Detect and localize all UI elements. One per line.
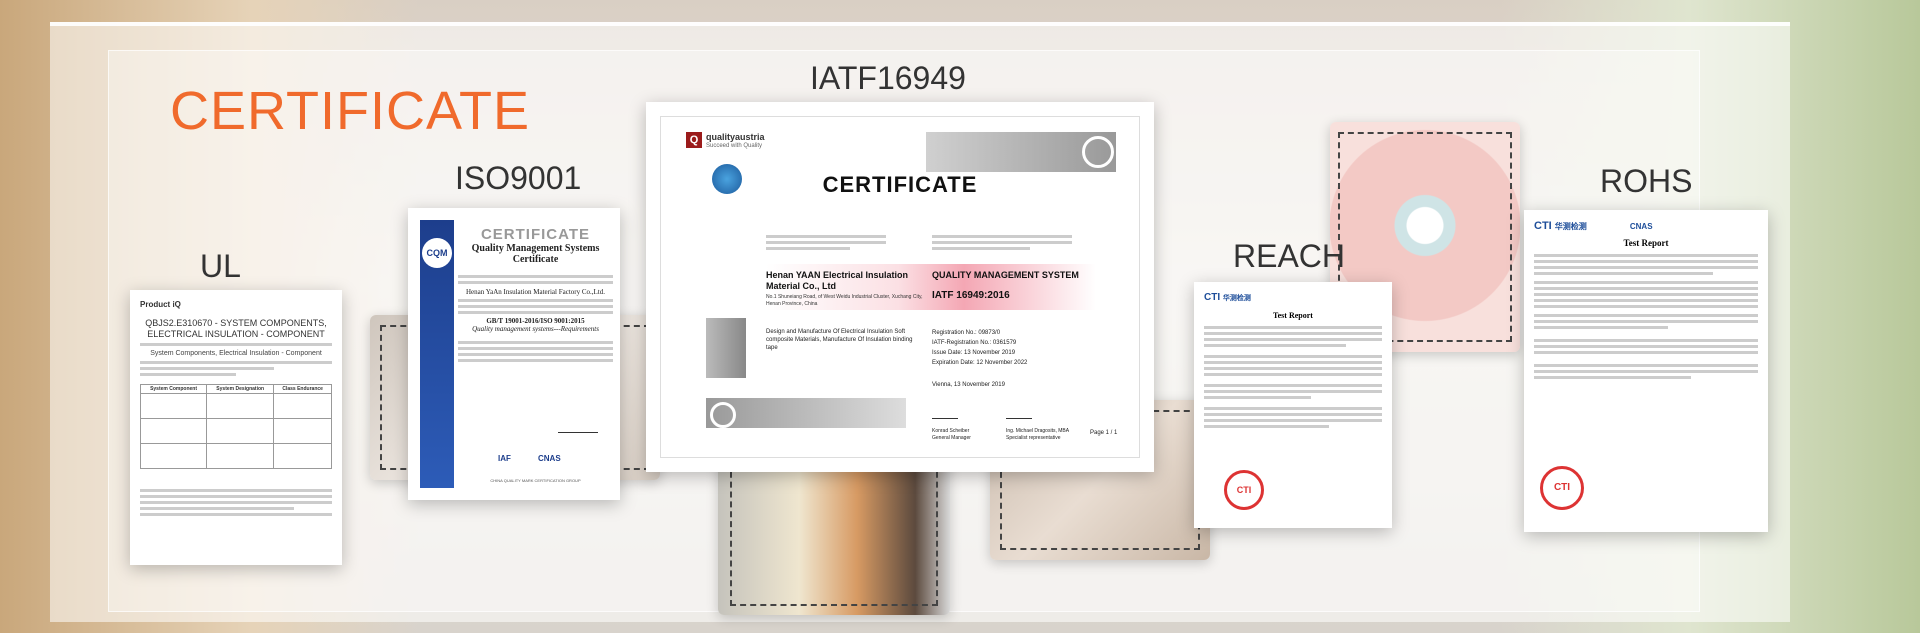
label-iso9001: ISO9001	[455, 160, 582, 196]
iatf-tagline: Succeed with Quality	[706, 143, 763, 149]
iatf-issue-date: Issue Date: 13 November 2019	[932, 350, 1016, 356]
iso-requirement: Quality management systems---Requirement…	[472, 325, 599, 333]
ul-certificate: Product iQ QBJS2.E310670 - SYSTEM COMPON…	[130, 290, 342, 565]
qualityaustria-logo-icon: Q	[686, 132, 702, 148]
iatf-scope: Design and Manufacture Of Electrical Ins…	[766, 329, 913, 351]
iso-subtitle: Quality Management Systems Certificate	[471, 243, 600, 265]
label-ul: UL	[200, 248, 241, 284]
label-rohs: ROHS	[1600, 163, 1693, 199]
cqm-logo: CQM	[422, 238, 452, 268]
reach-title: Test Report	[1273, 311, 1313, 320]
iatf-expiry-date: Expiration Date: 12 November 2022	[932, 360, 1028, 366]
rohs-brand: CTI	[1534, 220, 1552, 232]
rohs-title: Test Report	[1623, 238, 1669, 248]
ul-subtitle: System Components, Electrical Insulation…	[150, 350, 322, 357]
iso9001-certificate: CQM CERTIFICATE Quality Management Syste…	[408, 208, 620, 500]
iso-standard: GB/T 19001-2016/ISO 9001:2015	[486, 317, 585, 325]
iatf-place-date: Vienna, 13 November 2019	[932, 382, 1005, 388]
rohs-test-report: CTI 华测检测 CNAS Test Report CTI	[1524, 210, 1768, 532]
rohs-stamp: CTI	[1540, 466, 1584, 510]
iaf-badge: IAF	[498, 454, 511, 463]
iso-company: Henan YaAn Insulation Material Factory C…	[465, 288, 605, 296]
iatf-page: Page 1 / 1	[1090, 430, 1118, 436]
label-reach: REACH	[1233, 238, 1346, 274]
reach-stamp: CTI	[1224, 470, 1264, 510]
page-title: CERTIFICATE	[170, 81, 531, 141]
iatf-title: CERTIFICATE	[822, 172, 978, 197]
signature-1	[932, 408, 958, 419]
sample-dashed-frame	[730, 452, 938, 606]
signer-1-name: Konrad Scheiber	[932, 428, 970, 434]
iatf-system: QUALITY MANAGEMENT SYSTEM	[932, 270, 1079, 280]
iso-footer: CHINA QUALITY MARK CERTIFICATION GROUP	[490, 478, 581, 483]
reach-test-report: CTI 华测检测 Test Report CTI	[1194, 282, 1392, 528]
cnas-badge: CNAS	[538, 454, 561, 463]
iatf-grey-band-bottom	[706, 398, 906, 428]
iatf-registration: Registration No.: 09873/0	[932, 330, 1001, 336]
q-mark-icon	[710, 402, 736, 428]
signer-1-role: General Manager	[932, 435, 971, 441]
iatf-reg-number: IATF-Registration No.: 0361579	[932, 340, 1017, 346]
signature-2	[1006, 408, 1032, 419]
iatf-address: No.1 Shuneiang Road, of West Weidu Indus…	[766, 294, 923, 307]
iatf-grey-band-left	[706, 318, 746, 378]
iatf-brand: qualityaustria	[706, 132, 765, 142]
iatf-company: Henan YAAN Electrical Insulation Materia…	[766, 270, 909, 291]
ul-brand: Product iQ	[140, 300, 181, 309]
top-divider	[50, 22, 1790, 26]
reach-brand: CTI	[1204, 292, 1221, 303]
rohs-brand-cn: 华测检测	[1554, 222, 1587, 231]
rohs-cnas-badge: CNAS	[1629, 222, 1653, 231]
q-mark-icon	[1082, 136, 1114, 168]
signer-2-role: Specialist representative	[1006, 435, 1061, 441]
iso-signature	[558, 420, 598, 433]
reach-brand-cn: 华测检测	[1222, 295, 1251, 302]
signer-2-name: Ing. Michael Dragosits, MBA	[1006, 428, 1070, 434]
iatf-standard: IATF 16949:2016	[932, 290, 1010, 301]
ul-title: QBJS2.E310670 - SYSTEM COMPONENTS, ELECT…	[145, 318, 327, 339]
ul-table: System Component System Designation Class …	[139, 384, 332, 469]
iso-title: CERTIFICATE	[480, 226, 591, 243]
label-iatf16949: IATF16949	[810, 60, 966, 96]
iatf16949-certificate: Q qualityaustria Succeed with Quality CE…	[646, 102, 1154, 472]
